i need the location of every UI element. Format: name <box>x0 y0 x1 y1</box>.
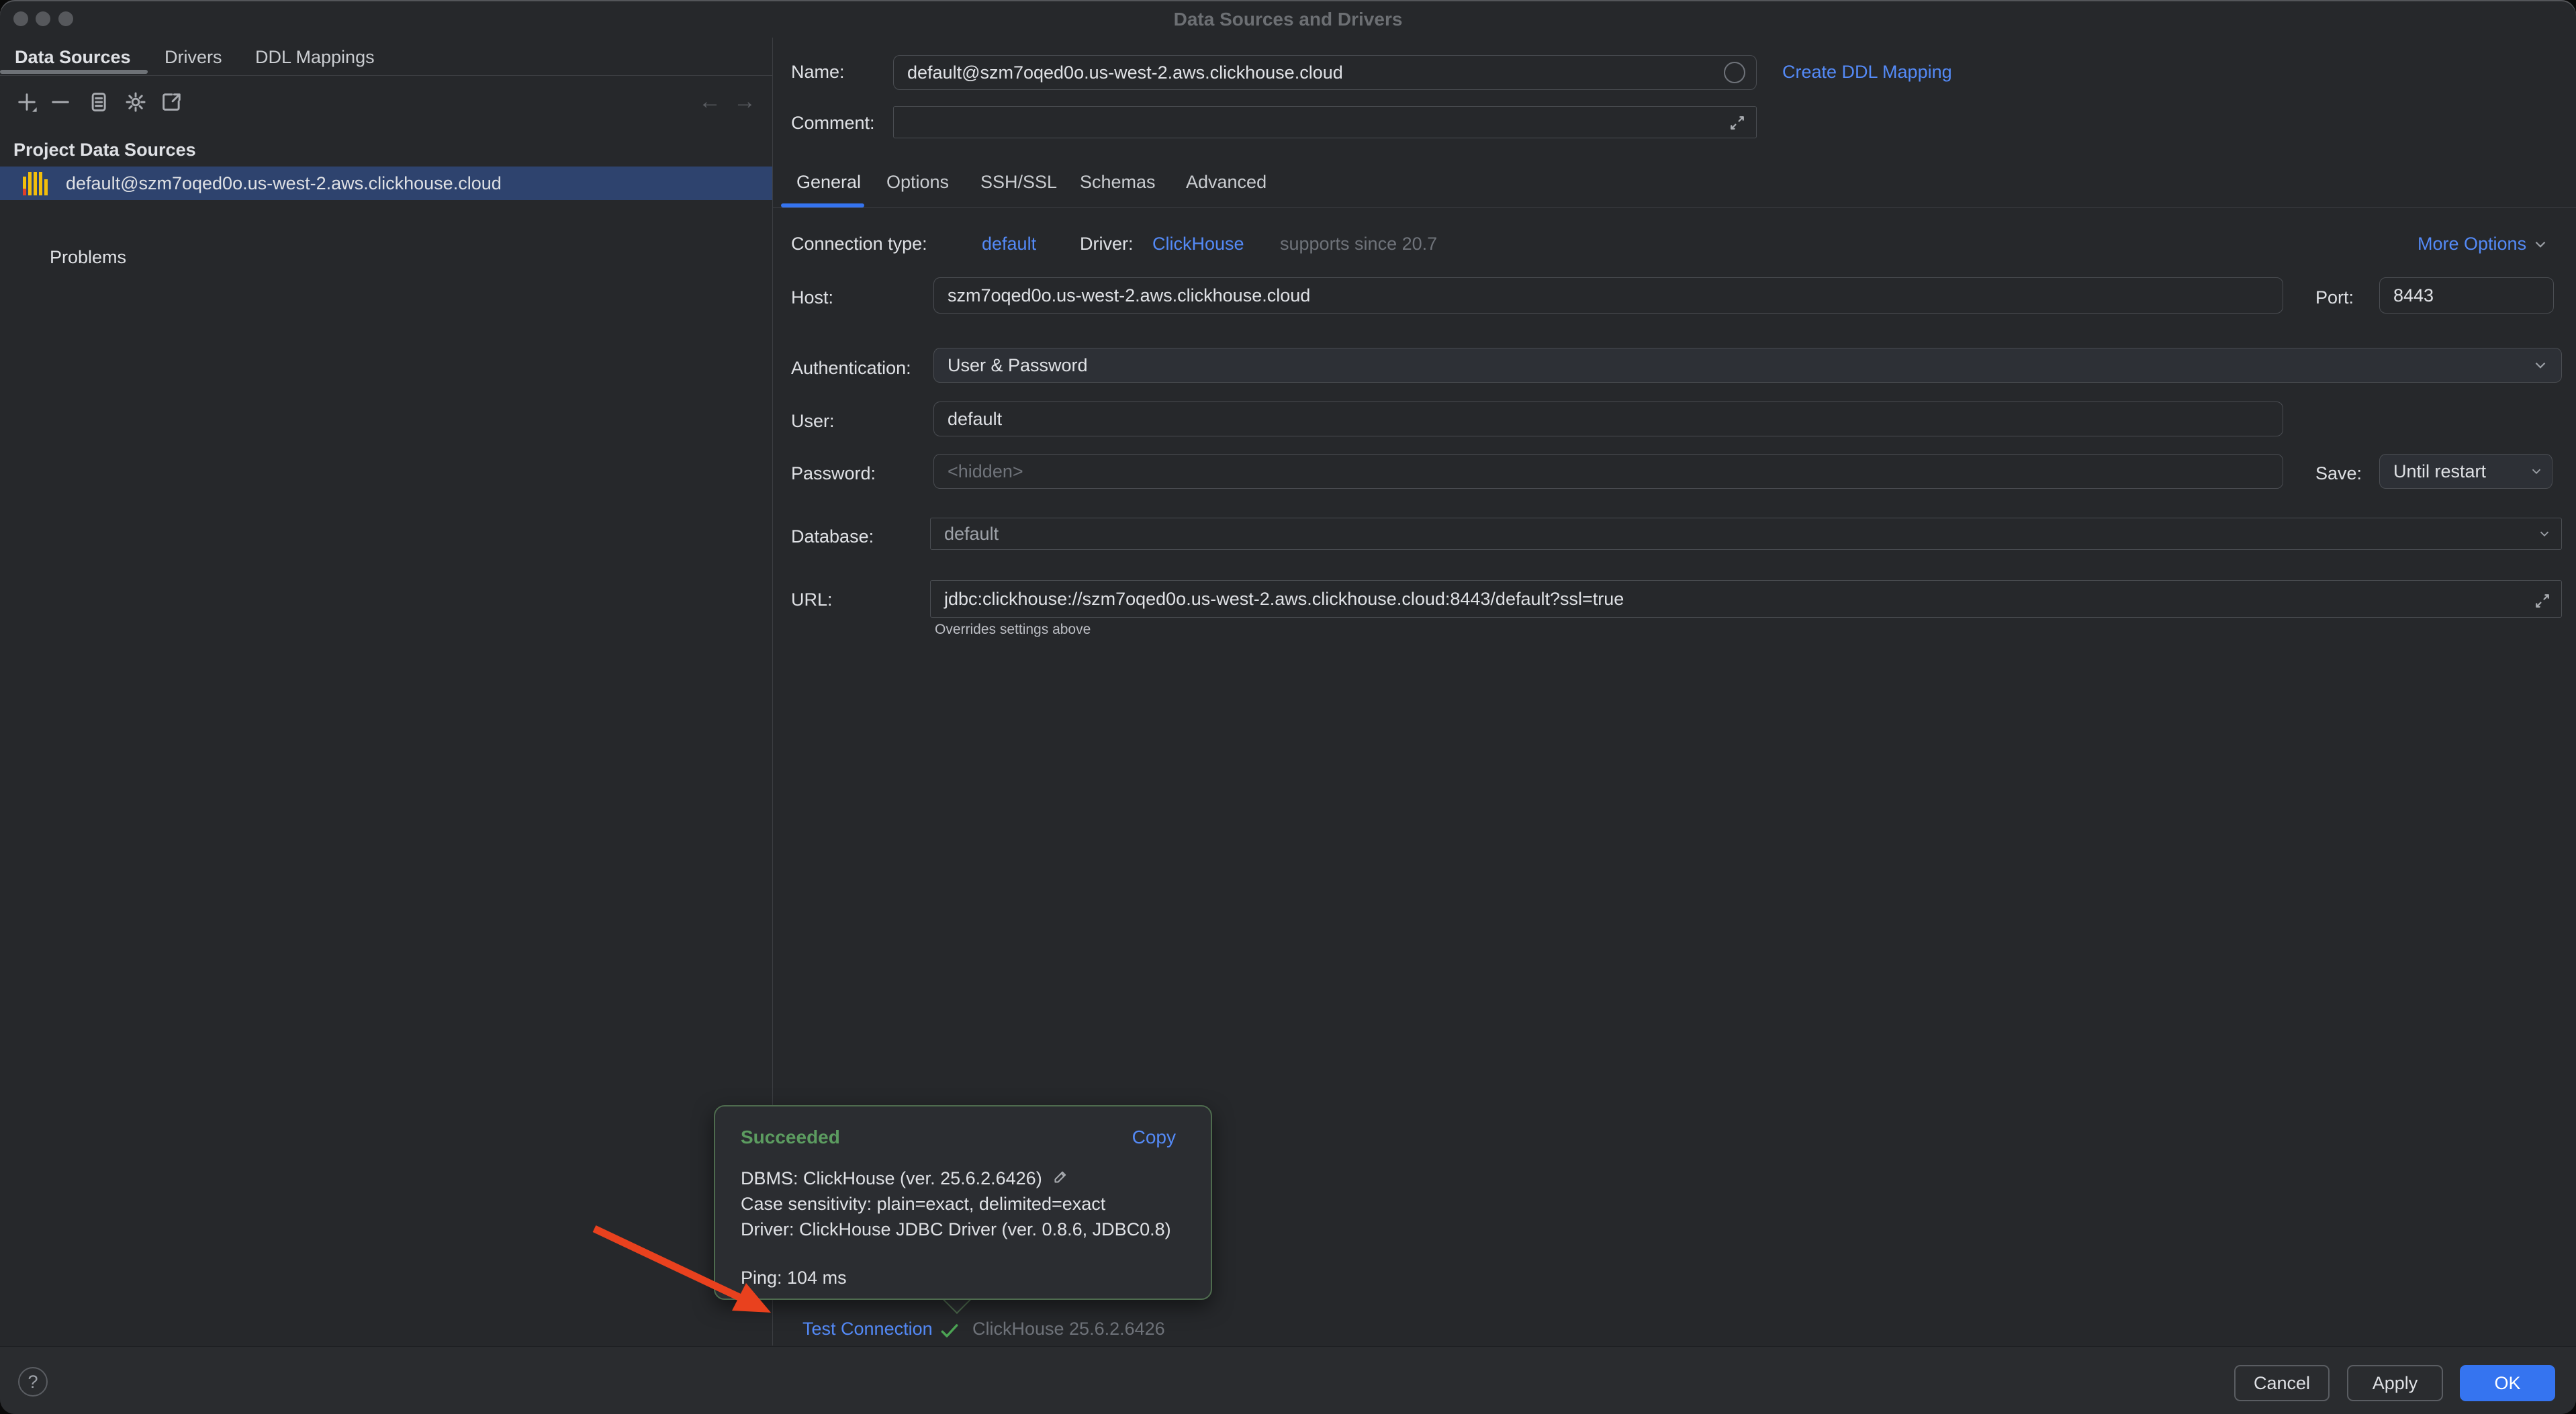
tab-advanced[interactable]: Advanced <box>1186 172 1267 193</box>
password-placeholder: <hidden> <box>948 461 1023 482</box>
database-input[interactable]: default <box>930 518 2562 550</box>
password-label: Password: <box>791 463 876 484</box>
save-select-value: Until restart <box>2393 461 2486 482</box>
apply-button[interactable]: Apply <box>2347 1365 2443 1401</box>
port-input[interactable]: 8443 <box>2379 277 2554 314</box>
help-button[interactable]: ? <box>18 1367 48 1397</box>
sidebar-tab-drivers[interactable]: Drivers <box>165 47 222 68</box>
port-label: Port: <box>2315 287 2354 308</box>
expand-editor-icon[interactable] <box>1728 113 1747 132</box>
more-options-button[interactable]: More Options <box>2418 234 2549 254</box>
more-options-label: More Options <box>2418 234 2526 254</box>
forward-arrow-button[interactable]: → <box>733 89 756 115</box>
tab-general[interactable]: General <box>796 172 861 193</box>
sidebar-tab-ddl-mappings[interactable]: DDL Mappings <box>255 47 375 68</box>
data-source-settings-button[interactable] <box>124 90 148 114</box>
back-arrow-button[interactable]: ← <box>698 89 721 115</box>
dialog-footer: ? Cancel Apply OK <box>0 1346 2576 1414</box>
project-data-sources-title: Project Data Sources <box>13 140 196 160</box>
chevron-down-icon <box>2537 526 2552 541</box>
tabs-divider <box>773 207 2576 208</box>
tab-ssh-ssl[interactable]: SSH/SSL <box>980 172 1057 193</box>
data-source-list-item-selected[interactable]: default@szm7oqed0o.us-west-2.aws.clickho… <box>0 167 772 200</box>
popup-copy-button[interactable]: Copy <box>1132 1127 1176 1148</box>
user-input[interactable]: default <box>933 402 2283 436</box>
driver-value-link[interactable]: ClickHouse <box>1152 234 1244 254</box>
authentication-select[interactable]: User & Password <box>933 348 2562 383</box>
url-note: Overrides settings above <box>935 622 1091 638</box>
password-input[interactable]: <hidden> <box>933 454 2283 489</box>
popup-driver-line: Driver: ClickHouse JDBC Driver (ver. 0.8… <box>741 1217 1171 1242</box>
title-bar: Data Sources and Drivers <box>0 0 2576 38</box>
minus-icon <box>48 90 73 114</box>
save-select[interactable]: Until restart <box>2379 454 2552 489</box>
driver-support-note: supports since 20.7 <box>1280 234 1437 254</box>
chevron-down-icon <box>2532 357 2549 374</box>
url-input-value: jdbc:clickhouse://szm7oqed0o.us-west-2.a… <box>944 589 1624 610</box>
host-label: Host: <box>791 287 833 308</box>
host-input-value: szm7oqed0o.us-west-2.aws.clickhouse.clou… <box>948 285 1310 306</box>
tab-schemas[interactable]: Schemas <box>1080 172 1156 193</box>
open-in-new-window-button[interactable] <box>160 90 184 114</box>
remove-data-source-button[interactable] <box>48 90 73 114</box>
user-label: User: <box>791 411 835 432</box>
host-input[interactable]: szm7oqed0o.us-west-2.aws.clickhouse.clou… <box>933 277 2283 314</box>
ok-button[interactable]: OK <box>2460 1365 2555 1401</box>
add-data-source-button[interactable] <box>15 90 39 114</box>
url-label: URL: <box>791 590 833 610</box>
success-check-icon <box>939 1320 960 1341</box>
user-input-value: default <box>948 409 1002 430</box>
cancel-button[interactable]: Cancel <box>2234 1365 2330 1401</box>
authentication-label: Authentication: <box>791 358 911 379</box>
save-label: Save: <box>2315 463 2362 484</box>
database-input-value: default <box>944 524 999 545</box>
edit-pencil-icon[interactable] <box>1051 1169 1068 1186</box>
test-connection-link[interactable]: Test Connection <box>802 1319 933 1339</box>
database-label: Database: <box>791 526 874 547</box>
port-input-value: 8443 <box>2393 285 2434 306</box>
chevron-down-icon <box>2529 464 2544 479</box>
sidebar-tabs-divider <box>0 75 772 76</box>
comment-input[interactable] <box>893 106 1757 138</box>
popup-ping-line: Ping: 104 ms <box>741 1265 1171 1290</box>
duplicate-icon <box>86 90 110 114</box>
popup-status: Succeeded <box>741 1127 840 1148</box>
expand-editor-icon[interactable] <box>2533 592 2552 610</box>
clickhouse-icon <box>23 171 52 195</box>
refresh-status-circle-icon <box>1724 62 1745 83</box>
duplicate-data-source-button[interactable] <box>86 90 110 114</box>
sidebar-item-problems[interactable]: Problems <box>50 247 126 268</box>
data-source-name: default@szm7oqed0o.us-west-2.aws.clickho… <box>66 173 502 194</box>
plus-icon <box>15 90 39 114</box>
data-sources-dialog: Data Sources and Drivers Data Sources Dr… <box>0 0 2576 1414</box>
active-tab-indicator <box>0 70 148 74</box>
tab-options[interactable]: Options <box>886 172 949 193</box>
create-ddl-mapping-link[interactable]: Create DDL Mapping <box>1782 62 1952 83</box>
sidebar-tab-data-sources[interactable]: Data Sources <box>15 47 131 68</box>
window-title: Data Sources and Drivers <box>0 9 2576 30</box>
connection-type-label: Connection type: <box>791 234 927 254</box>
gear-icon <box>124 90 148 114</box>
comment-label: Comment: <box>791 113 875 134</box>
driver-label: Driver: <box>1080 234 1134 254</box>
authentication-select-value: User & Password <box>948 355 1088 376</box>
chevron-down-icon <box>2532 236 2549 253</box>
connection-type-value-link[interactable]: default <box>982 234 1036 254</box>
name-label: Name: <box>791 62 845 83</box>
red-annotation-arrow <box>578 1205 792 1333</box>
popup-dbms-line: DBMS: ClickHouse (ver. 25.6.2.6426) <box>741 1166 1171 1191</box>
external-link-icon <box>160 90 184 114</box>
name-input[interactable]: default@szm7oqed0o.us-west-2.aws.clickho… <box>893 55 1757 90</box>
url-input[interactable]: jdbc:clickhouse://szm7oqed0o.us-west-2.a… <box>930 580 2562 618</box>
name-input-value: default@szm7oqed0o.us-west-2.aws.clickho… <box>907 62 1343 83</box>
popup-case-line: Case sensitivity: plain=exact, delimited… <box>741 1191 1171 1217</box>
test-connection-result: ClickHouse 25.6.2.6426 <box>972 1319 1165 1339</box>
